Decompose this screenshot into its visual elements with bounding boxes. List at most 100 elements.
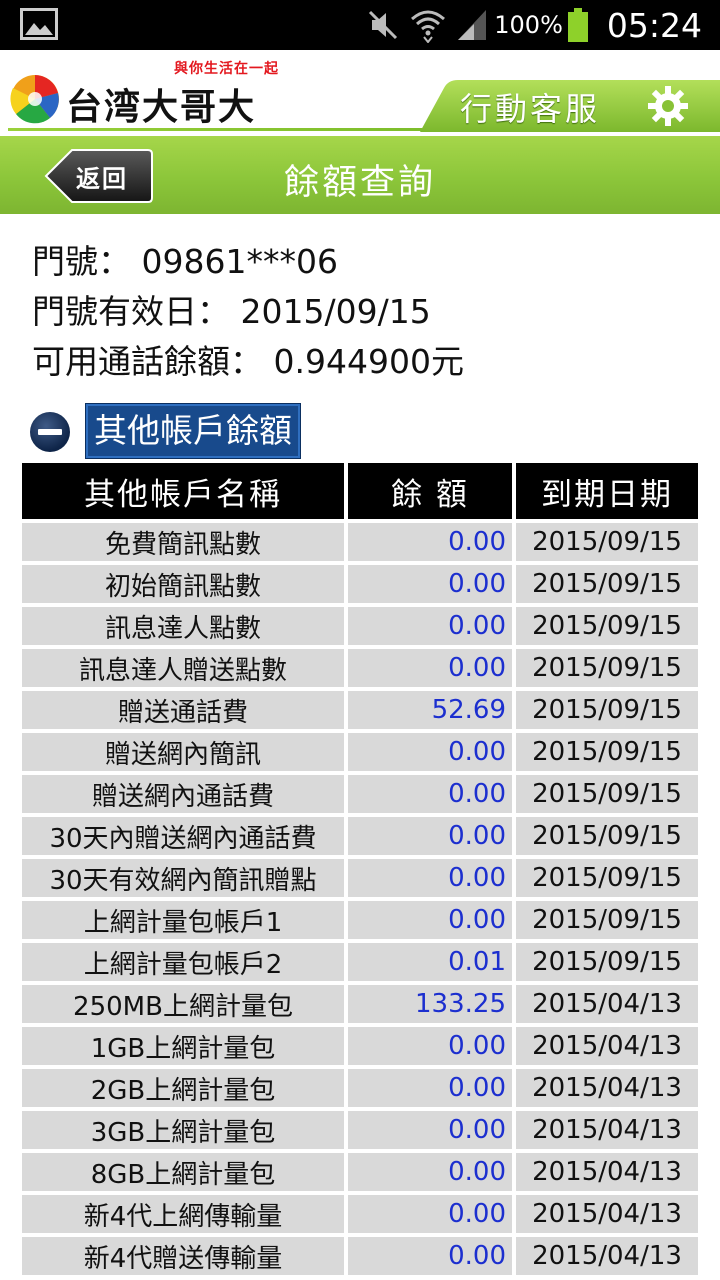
table-row: 250MB上網計量包 133.25 2015/04/13 bbox=[22, 985, 698, 1023]
table-header: 其他帳戶名稱 餘 額 到期日期 bbox=[22, 463, 698, 519]
table-row: 1GB上網計量包 0.00 2015/04/13 bbox=[22, 1027, 698, 1065]
account-name-cell: 贈送網內簡訊 bbox=[22, 733, 344, 771]
balance-cell: 0.00 bbox=[348, 901, 512, 939]
table-row: 上網計量包帳戶2 0.01 2015/09/15 bbox=[22, 943, 698, 981]
balance-cell: 0.00 bbox=[348, 649, 512, 687]
brand-name: 台湾大哥大 bbox=[66, 87, 257, 128]
battery-percent: 100% bbox=[494, 11, 563, 39]
app-header: 與你生活在一起 台湾大哥大 行動客服 bbox=[0, 50, 720, 136]
balance-cell: 0.00 bbox=[348, 1069, 512, 1107]
account-name-cell: 1GB上網計量包 bbox=[22, 1027, 344, 1065]
account-name-cell: 新4代贈送傳輸量 bbox=[22, 1237, 344, 1275]
header-divider bbox=[8, 128, 448, 131]
table-row: 訊息達人贈送點數 0.00 2015/09/15 bbox=[22, 649, 698, 687]
expiry-date-cell: 2015/09/15 bbox=[516, 523, 698, 561]
balance-cell: 0.00 bbox=[348, 1237, 512, 1275]
account-name-cell: 8GB上網計量包 bbox=[22, 1153, 344, 1191]
balance-cell: 52.69 bbox=[348, 691, 512, 729]
table-row: 8GB上網計量包 0.00 2015/04/13 bbox=[22, 1153, 698, 1191]
mobile-service-label[interactable]: 行動客服 bbox=[460, 84, 600, 130]
table-row: 3GB上網計量包 0.00 2015/04/13 bbox=[22, 1111, 698, 1149]
table-row: 30天內贈送網內通話費 0.00 2015/09/15 bbox=[22, 817, 698, 855]
table-row: 免費簡訊點數 0.00 2015/09/15 bbox=[22, 523, 698, 561]
account-name-cell: 訊息達人點數 bbox=[22, 607, 344, 645]
expiry-date-cell: 2015/09/15 bbox=[516, 607, 698, 645]
balance-cell: 0.00 bbox=[348, 859, 512, 897]
account-name-cell: 初始簡訊點數 bbox=[22, 565, 344, 603]
table-body: 免費簡訊點數 0.00 2015/09/15 初始簡訊點數 0.00 2015/09/15… bbox=[22, 523, 698, 1275]
clock: 05:24 bbox=[606, 5, 702, 45]
expiry-date-cell: 2015/09/15 bbox=[516, 733, 698, 771]
expiry-date-cell: 2015/09/15 bbox=[516, 565, 698, 603]
balance-cell: 0.00 bbox=[348, 1153, 512, 1191]
balance-cell: 0.00 bbox=[348, 607, 512, 645]
account-name-cell: 新4代上網傳輸量 bbox=[22, 1195, 344, 1233]
balance-cell: 0.00 bbox=[348, 817, 512, 855]
gear-icon[interactable] bbox=[646, 84, 690, 128]
expiry-date-cell: 2015/09/15 bbox=[516, 691, 698, 729]
available-call-balance: 可用通話餘額： 0.944900元 bbox=[32, 342, 464, 381]
table-row: 2GB上網計量包 0.00 2015/04/13 bbox=[22, 1069, 698, 1107]
table-row: 訊息達人點數 0.00 2015/09/15 bbox=[22, 607, 698, 645]
table-row: 贈送通話費 52.69 2015/09/15 bbox=[22, 691, 698, 729]
column-header-expiry-date: 到期日期 bbox=[516, 463, 698, 519]
table-row: 新4代上網傳輸量 0.00 2015/04/13 bbox=[22, 1195, 698, 1233]
account-info: 門號： 09861***06 門號有效日： 2015/09/15 可用通話餘額：… bbox=[32, 240, 464, 390]
gallery-notification-icon bbox=[20, 8, 58, 40]
battery-icon bbox=[567, 8, 588, 42]
account-name-cell: 3GB上網計量包 bbox=[22, 1111, 344, 1149]
table-row: 贈送網內簡訊 0.00 2015/09/15 bbox=[22, 733, 698, 771]
expiry-date-cell: 2015/09/15 bbox=[516, 859, 698, 897]
account-name-cell: 30天有效網內簡訊贈點 bbox=[22, 859, 344, 897]
expiry-date-cell: 2015/04/13 bbox=[516, 1153, 698, 1191]
other-accounts-section-header[interactable]: 其他帳戶餘額 bbox=[30, 404, 350, 458]
balance-cell: 133.25 bbox=[348, 985, 512, 1023]
column-header-account-name: 其他帳戶名稱 bbox=[22, 463, 344, 519]
balance-cell: 0.00 bbox=[348, 1195, 512, 1233]
balance-cell: 0.00 bbox=[348, 1111, 512, 1149]
table-row: 初始簡訊點數 0.00 2015/09/15 bbox=[22, 565, 698, 603]
account-name-cell: 免費簡訊點數 bbox=[22, 523, 344, 561]
balance-cell: 0.00 bbox=[348, 733, 512, 771]
wifi-icon bbox=[411, 10, 446, 43]
account-name-cell: 贈送網內通話費 bbox=[22, 775, 344, 813]
table-row: 上網計量包帳戶1 0.00 2015/09/15 bbox=[22, 901, 698, 939]
collapse-minus-icon[interactable] bbox=[30, 412, 70, 452]
balance-cell: 0.00 bbox=[348, 523, 512, 561]
account-name-cell: 贈送通話費 bbox=[22, 691, 344, 729]
phone-number: 門號： 09861***06 bbox=[32, 242, 338, 281]
status-bar: 100% 05:24 bbox=[0, 0, 720, 50]
table-row: 新4代贈送傳輸量 0.00 2015/04/13 bbox=[22, 1237, 698, 1275]
account-name-cell: 30天內贈送網內通話費 bbox=[22, 817, 344, 855]
expiry-date-cell: 2015/09/15 bbox=[516, 817, 698, 855]
brand-slogan: 與你生活在一起 bbox=[174, 61, 279, 77]
balance-cell: 0.00 bbox=[348, 565, 512, 603]
expiry-date-cell: 2015/04/13 bbox=[516, 1237, 698, 1275]
expiry-date-cell: 2015/04/13 bbox=[516, 1027, 698, 1065]
balance-cell: 0.00 bbox=[348, 1027, 512, 1065]
account-name-cell: 上網計量包帳戶2 bbox=[22, 943, 344, 981]
brand-logo-icon bbox=[10, 75, 59, 124]
balance-cell: 0.00 bbox=[348, 775, 512, 813]
expiry-date-cell: 2015/09/15 bbox=[516, 901, 698, 939]
expiry-date-cell: 2015/04/13 bbox=[516, 1069, 698, 1107]
expiry-date-cell: 2015/04/13 bbox=[516, 1111, 698, 1149]
account-name-cell: 2GB上網計量包 bbox=[22, 1069, 344, 1107]
account-name-cell: 250MB上網計量包 bbox=[22, 985, 344, 1023]
signal-icon bbox=[458, 10, 487, 40]
other-accounts-section-label[interactable]: 其他帳戶餘額 bbox=[86, 404, 300, 458]
table-row: 贈送網內通話費 0.00 2015/09/15 bbox=[22, 775, 698, 813]
account-name-cell: 上網計量包帳戶1 bbox=[22, 901, 344, 939]
table-row: 30天有效網內簡訊贈點 0.00 2015/09/15 bbox=[22, 859, 698, 897]
expiry-date-cell: 2015/09/15 bbox=[516, 775, 698, 813]
expiry-date-cell: 2015/04/13 bbox=[516, 985, 698, 1023]
column-header-balance: 餘 額 bbox=[348, 463, 512, 519]
other-accounts-table: 其他帳戶名稱 餘 額 到期日期 免費簡訊點數 0.00 2015/09/15 初始簡訊… bbox=[22, 463, 698, 1279]
balance-cell: 0.01 bbox=[348, 943, 512, 981]
expiry-date-cell: 2015/04/13 bbox=[516, 1195, 698, 1233]
account-name-cell: 訊息達人贈送點數 bbox=[22, 649, 344, 687]
mute-icon bbox=[369, 10, 398, 40]
page-title: 餘額查詢 bbox=[283, 163, 436, 203]
expiry-date-cell: 2015/09/15 bbox=[516, 649, 698, 687]
number-expiry-date: 門號有效日： 2015/09/15 bbox=[32, 292, 431, 331]
